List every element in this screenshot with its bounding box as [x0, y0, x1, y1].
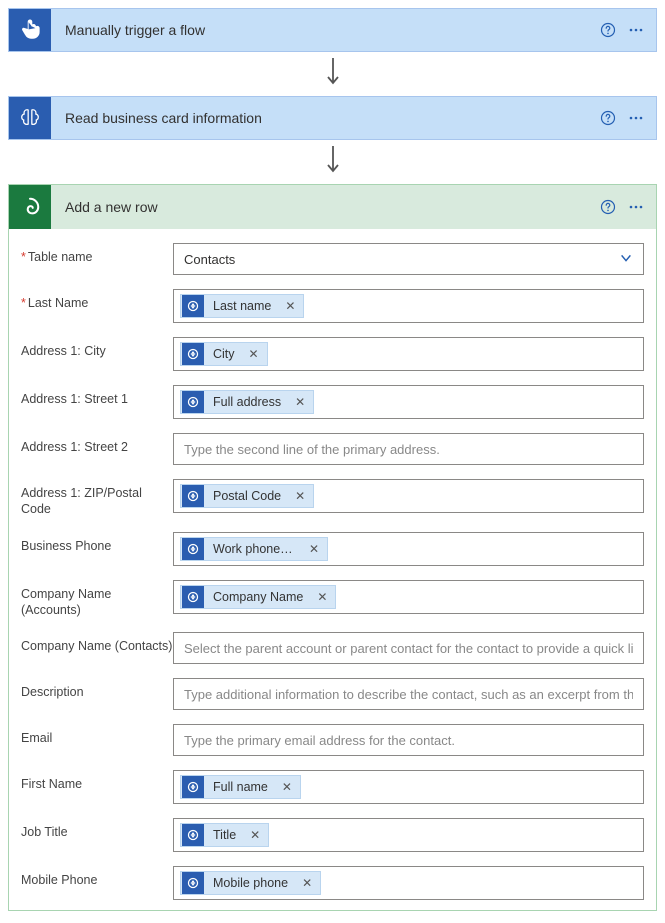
help-icon[interactable] — [600, 199, 616, 215]
label-description: Description — [21, 678, 173, 700]
input-email[interactable] — [173, 724, 644, 756]
action-title: Manually trigger a flow — [51, 22, 600, 38]
input-first-name[interactable]: Full name ✕ — [173, 770, 644, 804]
token-last-name[interactable]: Last name ✕ — [180, 294, 304, 318]
connector-arrow — [8, 52, 657, 96]
label-company-accounts: Company Name (Accounts) — [21, 580, 173, 619]
input-street1[interactable]: Full address ✕ — [173, 385, 644, 419]
token-remove[interactable]: ✕ — [243, 347, 267, 361]
input-company-accounts[interactable]: Company Name ✕ — [173, 580, 644, 614]
token-icon — [182, 776, 204, 798]
label-street2: Address 1: Street 2 — [21, 433, 173, 455]
label-zip: Address 1: ZIP/Postal Code — [21, 479, 173, 518]
input-job-title[interactable]: Title ✕ — [173, 818, 644, 852]
label-email: Email — [21, 724, 173, 746]
token-full-name[interactable]: Full name ✕ — [180, 775, 301, 799]
token-full-address[interactable]: Full address ✕ — [180, 390, 314, 414]
label-business-phone: Business Phone — [21, 532, 173, 554]
token-icon — [182, 391, 204, 413]
token-icon — [182, 824, 204, 846]
input-last-name[interactable]: Last name ✕ — [173, 289, 644, 323]
input-zip[interactable]: Postal Code ✕ — [173, 479, 644, 513]
input-street2[interactable] — [173, 433, 644, 465]
connector-arrow — [8, 140, 657, 184]
token-remove[interactable]: ✕ — [303, 542, 327, 556]
token-icon — [182, 295, 204, 317]
token-remove[interactable]: ✕ — [311, 590, 335, 604]
more-icon[interactable] — [628, 199, 644, 215]
token-icon — [182, 872, 204, 894]
token-remove[interactable]: ✕ — [289, 489, 313, 503]
help-icon[interactable] — [600, 110, 616, 126]
token-icon — [182, 343, 204, 365]
token-remove[interactable]: ✕ — [279, 299, 303, 313]
label-last-name: *Last Name — [21, 289, 173, 311]
token-icon — [182, 586, 204, 608]
input-city[interactable]: City ✕ — [173, 337, 644, 371]
token-mobile-phone[interactable]: Mobile phone ✕ — [180, 871, 321, 895]
brain-icon — [9, 96, 51, 140]
label-city: Address 1: City — [21, 337, 173, 359]
label-street1: Address 1: Street 1 — [21, 385, 173, 407]
input-mobile-phone[interactable]: Mobile phone ✕ — [173, 866, 644, 900]
label-table-name: *Table name — [21, 243, 173, 265]
help-icon[interactable] — [600, 22, 616, 38]
action-manually-trigger[interactable]: Manually trigger a flow — [8, 8, 657, 52]
label-first-name: First Name — [21, 770, 173, 792]
input-business-phone[interactable]: Work phone a... ✕ — [173, 532, 644, 566]
token-work-phone[interactable]: Work phone a... ✕ — [180, 537, 328, 561]
token-remove[interactable]: ✕ — [276, 780, 300, 794]
token-icon — [182, 485, 204, 507]
dataverse-icon — [9, 185, 51, 229]
label-mobile-phone: Mobile Phone — [21, 866, 173, 888]
token-company-name[interactable]: Company Name ✕ — [180, 585, 336, 609]
action-add-new-row: Add a new row *Table name Contacts *Last… — [8, 184, 657, 911]
more-icon[interactable] — [628, 110, 644, 126]
token-remove[interactable]: ✕ — [296, 876, 320, 890]
action-title: Read business card information — [51, 110, 600, 126]
more-icon[interactable] — [628, 22, 644, 38]
label-job-title: Job Title — [21, 818, 173, 840]
chevron-down-icon — [619, 251, 633, 268]
action-read-business-card[interactable]: Read business card information — [8, 96, 657, 140]
tap-icon — [9, 8, 51, 52]
table-name-select[interactable]: Contacts — [173, 243, 644, 275]
token-postal-code[interactable]: Postal Code ✕ — [180, 484, 314, 508]
input-company-contacts[interactable] — [173, 632, 644, 664]
token-remove[interactable]: ✕ — [244, 828, 268, 842]
table-name-value: Contacts — [184, 252, 235, 267]
token-icon — [182, 538, 204, 560]
action-title: Add a new row — [51, 199, 600, 215]
input-description[interactable] — [173, 678, 644, 710]
token-remove[interactable]: ✕ — [289, 395, 313, 409]
label-company-contacts: Company Name (Contacts) — [21, 632, 173, 654]
token-city[interactable]: City ✕ — [180, 342, 268, 366]
token-title[interactable]: Title ✕ — [180, 823, 269, 847]
action-header[interactable]: Add a new row — [9, 185, 656, 229]
